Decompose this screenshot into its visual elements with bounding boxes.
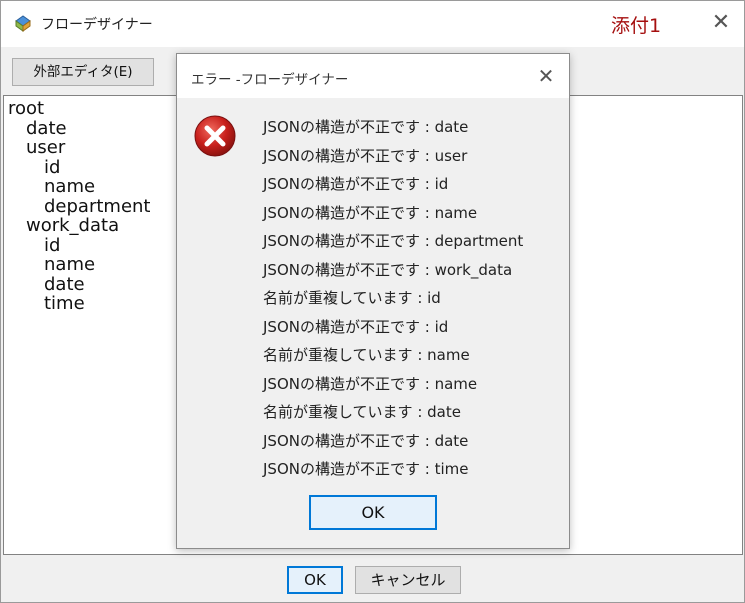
error-message: JSONの構造が不正です : id	[263, 317, 449, 336]
tree-node[interactable]: name	[44, 255, 95, 275]
error-message: JSONの構造が不正です : work_data	[263, 260, 513, 279]
error-message: 名前が重複しています : name	[263, 346, 470, 364]
attachment-label: 添付1	[611, 15, 662, 37]
window-title: フローデザイナー	[41, 17, 153, 33]
tree-node[interactable]: user	[26, 138, 65, 158]
title-bar: フローデザイナー 添付1 ✕	[1, 1, 744, 47]
error-message: JSONの構造が不正です : name	[263, 374, 478, 393]
error-message: JSONの構造が不正です : id	[263, 175, 449, 193]
dialog-title-bar: エラー -フローデザイナー ✕	[177, 54, 569, 98]
dialog-close-icon[interactable]: ✕	[532, 62, 560, 90]
dialog-title: エラー -フローデザイナー	[191, 72, 349, 88]
tree-node[interactable]: id	[44, 235, 60, 256]
cancel-button[interactable]: キャンセル	[355, 566, 461, 594]
app-icon	[15, 15, 31, 32]
error-message: JSONの構造が不正です : name	[263, 203, 478, 222]
error-message: 名前が重複しています : id	[263, 289, 441, 307]
tree-node[interactable]: date	[26, 118, 67, 139]
error-message: JSONの構造が不正です : department	[263, 232, 524, 250]
error-message: JSONの構造が不正です : user	[263, 146, 468, 165]
tree-node[interactable]: name	[44, 177, 95, 197]
error-message: JSONの構造が不正です : date	[263, 431, 469, 450]
error-message: JSONの構造が不正です : date	[263, 118, 469, 136]
dialog-ok-button[interactable]: OK	[309, 495, 437, 530]
ok-button[interactable]: OK	[287, 566, 343, 594]
tree-node[interactable]: work_data	[26, 216, 119, 236]
close-icon[interactable]: ✕	[707, 9, 735, 37]
error-icon	[194, 115, 236, 157]
tree-node[interactable]: date	[44, 274, 85, 295]
error-dialog: エラー -フローデザイナー ✕ JSONの構造が不正です : date JSONの…	[176, 53, 570, 549]
external-editor-button[interactable]: 外部エディタ(E)	[12, 58, 154, 86]
tree-node[interactable]: root	[8, 99, 44, 119]
tree-node[interactable]: time	[44, 294, 85, 314]
tree-node[interactable]: id	[44, 157, 60, 178]
tree-node[interactable]: department	[44, 196, 151, 217]
error-message: JSONの構造が不正です : time	[263, 460, 469, 478]
error-message: 名前が重複しています : date	[263, 403, 461, 421]
